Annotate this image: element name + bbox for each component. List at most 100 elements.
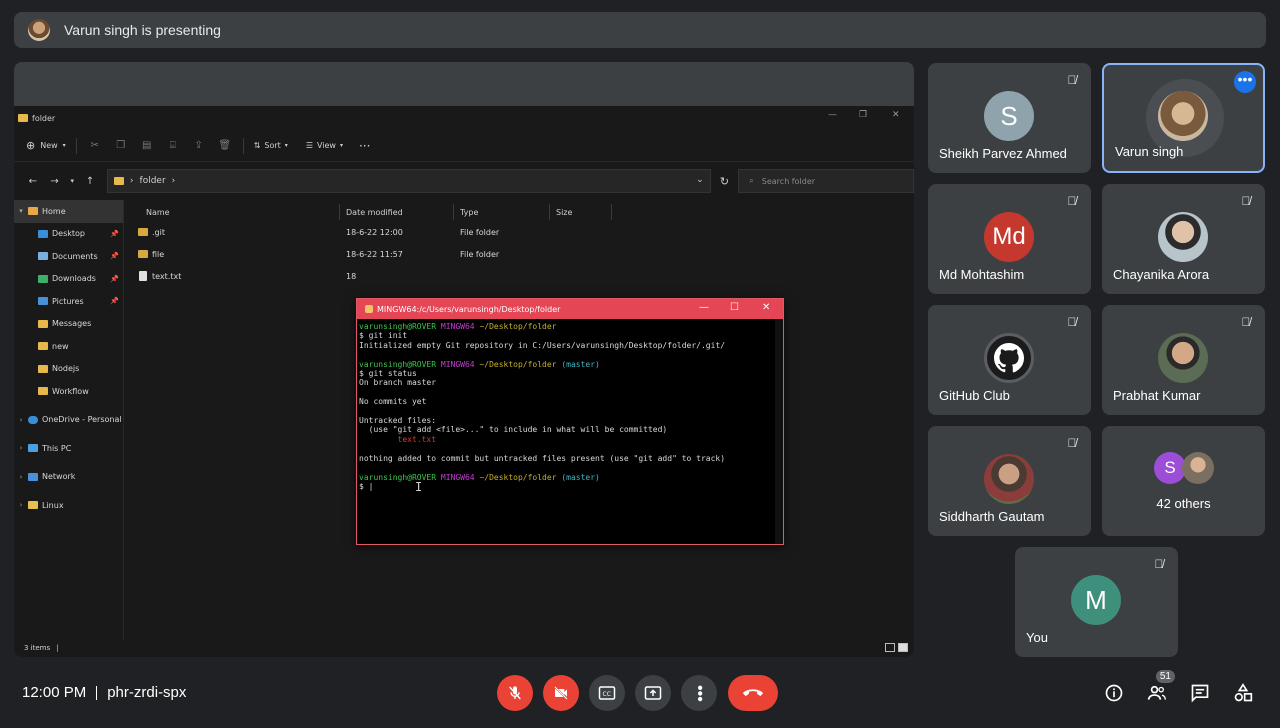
minimize-icon[interactable]: — — [699, 302, 709, 313]
captions-button[interactable]: CC — [589, 675, 625, 711]
avatar: M — [1071, 575, 1121, 625]
meeting-controls-bar: 12:00 PM phr-zrdi-spx CC ••• 51 — [0, 668, 1280, 728]
refresh-icon[interactable]: ↻ — [711, 175, 739, 188]
participant-name: Siddharth Gautam — [939, 509, 1045, 524]
column-name[interactable]: Name — [140, 204, 340, 220]
chevron-down-icon[interactable]: ▾ — [65, 177, 79, 185]
navigation-pane: ▾ Home Desktop 📌 Documents 📌 Downloads 📌… — [14, 200, 124, 640]
participant-tile[interactable]: 🎙̸ Chayanika Arora — [1102, 184, 1265, 294]
sidebar-item-linux[interactable]: › Linux — [14, 494, 123, 517]
folder-icon — [38, 319, 48, 328]
chevron-right-icon: › — [19, 501, 23, 510]
people-button[interactable]: 51 — [1143, 670, 1175, 707]
participant-tile[interactable]: 🎙̸ GitHub Club — [928, 305, 1091, 415]
column-date[interactable]: Date modified — [340, 204, 454, 220]
participant-tile[interactable]: 🎙̸ Md Md Mohtashim — [928, 184, 1091, 294]
sidebar-item-home[interactable]: ▾ Home — [14, 200, 123, 223]
more-options-icon[interactable]: ··· — [359, 139, 370, 153]
column-type[interactable]: Type — [454, 204, 550, 220]
tiles-view-icon[interactable] — [898, 643, 908, 652]
search-input[interactable]: ⌕ Search folder — [738, 169, 914, 193]
participant-name: GitHub Club — [939, 388, 1010, 403]
sidebar-item-messages[interactable]: Messages — [14, 313, 123, 336]
delete-icon[interactable]: 🗑 — [217, 140, 233, 151]
breadcrumb: folder — [139, 176, 166, 186]
people-icon — [1147, 685, 1166, 700]
sidebar-item-desktop[interactable]: Desktop 📌 — [14, 223, 123, 246]
back-icon[interactable]: ← — [22, 176, 44, 187]
more-options-icon[interactable]: ••• — [1234, 71, 1256, 93]
mic-off-icon: 🎙̸ — [1067, 315, 1077, 329]
table-row[interactable]: text.txt 18 — [124, 266, 914, 288]
share-icon[interactable]: ⇪ — [191, 140, 207, 151]
table-row[interactable]: .git 18-6-22 12:00 File folder — [124, 222, 914, 244]
sidebar-item-network[interactable]: › Network — [14, 466, 123, 489]
terminal-scrollbar[interactable] — [775, 319, 783, 544]
sort-button[interactable]: ⇅ Sort ▾ — [254, 141, 288, 150]
participant-tile-self[interactable]: 🎙̸ M You — [1015, 547, 1178, 657]
copy-icon[interactable]: ❐ — [113, 140, 129, 151]
address-bar[interactable]: › folder › ⌄ — [106, 169, 711, 193]
participant-tile[interactable]: 🎙̸ S Sheikh Parvez Ahmed — [928, 63, 1091, 173]
people-count-badge: 51 — [1155, 670, 1175, 683]
sidebar-item-nodejs[interactable]: Nodejs — [14, 358, 123, 381]
sidebar-item-new[interactable]: new — [14, 335, 123, 358]
sidebar-item-this-pc[interactable]: › This PC — [14, 437, 123, 460]
participant-name: Varun singh — [1115, 144, 1184, 159]
more-options-button[interactable]: ••• — [681, 675, 717, 711]
minimize-icon[interactable]: — — [828, 110, 837, 120]
activities-button[interactable] — [1229, 679, 1257, 707]
pin-icon: 📌 — [110, 274, 119, 283]
search-icon: ⌕ — [749, 176, 754, 185]
close-icon[interactable]: ✕ — [762, 302, 770, 313]
chat-icon — [1191, 684, 1209, 703]
view-toggle[interactable] — [885, 643, 908, 652]
terminal-title: MINGW64:/c/Users/varunsingh/Desktop/fold… — [377, 304, 561, 314]
view-icon: ☰ — [305, 141, 313, 150]
mic-toggle-button[interactable] — [497, 675, 533, 711]
participant-tile[interactable]: 🎙̸ Prabhat Kumar — [1102, 305, 1265, 415]
sidebar-item-workflow[interactable]: Workflow — [14, 380, 123, 403]
participant-tile-presenter[interactable]: ••• Varun singh — [1102, 63, 1265, 173]
forward-icon[interactable]: → — [44, 176, 66, 187]
maximize-icon[interactable]: ☐ — [730, 302, 739, 313]
chevron-right-icon: › — [19, 415, 23, 424]
presenting-banner: Varun singh is presenting — [14, 12, 1266, 48]
others-tile[interactable]: S 42 others — [1102, 426, 1265, 536]
present-screen-button[interactable] — [635, 675, 671, 711]
cut-icon[interactable]: ✂ — [87, 140, 103, 151]
separator — [242, 137, 244, 154]
camera-toggle-button[interactable] — [543, 675, 579, 711]
mic-off-icon: 🎙̸ — [1067, 194, 1077, 208]
plus-circle-icon: ⊕ — [26, 139, 36, 152]
new-button[interactable]: ⊕ New ▾ — [26, 139, 66, 152]
rename-icon[interactable]: ⌸ — [165, 140, 181, 151]
paste-icon[interactable]: ▤ — [139, 140, 155, 151]
chevron-down-icon[interactable]: ⌄ — [696, 175, 704, 185]
participant-tile[interactable]: 🎙̸ Siddharth Gautam — [928, 426, 1091, 536]
sidebar-item-downloads[interactable]: Downloads 📌 — [14, 268, 123, 291]
leave-call-button[interactable] — [728, 675, 778, 711]
sidebar-item-documents[interactable]: Documents 📌 — [14, 245, 123, 268]
hang-up-icon — [742, 689, 764, 696]
sidebar-item-onedrive[interactable]: › OneDrive - Personal — [14, 409, 123, 432]
folder-icon — [38, 364, 48, 373]
close-icon[interactable]: ✕ — [892, 110, 900, 120]
maximize-icon[interactable]: ❐ — [859, 110, 867, 120]
folder-icon — [113, 177, 124, 185]
up-icon[interactable]: ↑ — [79, 176, 101, 187]
meeting-details-button[interactable] — [1100, 679, 1128, 707]
column-size[interactable]: Size — [550, 204, 612, 220]
folder-icon — [138, 228, 148, 236]
table-row[interactable]: file 18-6-22 11:57 File folder — [124, 244, 914, 266]
sidebar-item-pictures[interactable]: Pictures 📌 — [14, 290, 123, 313]
participant-name: Md Mohtashim — [939, 267, 1025, 282]
terminal-window[interactable]: MINGW64:/c/Users/varunsingh/Desktop/fold… — [356, 298, 784, 545]
details-view-icon[interactable] — [885, 643, 895, 652]
view-button[interactable]: ☰ View ▾ — [306, 141, 343, 150]
terminal-output[interactable]: varunsingh@ROVER MINGW64 ~/Desktop/folde… — [357, 319, 783, 491]
separator — [96, 685, 98, 700]
file-explorer-window: folder — ❐ ✕ ⊕ New ▾ ✂ ❐ ▤ ⌸ ⇪ 🗑 ⇅ Sort … — [14, 106, 914, 657]
pin-icon: 📌 — [110, 297, 119, 305]
chat-button[interactable] — [1186, 679, 1214, 707]
